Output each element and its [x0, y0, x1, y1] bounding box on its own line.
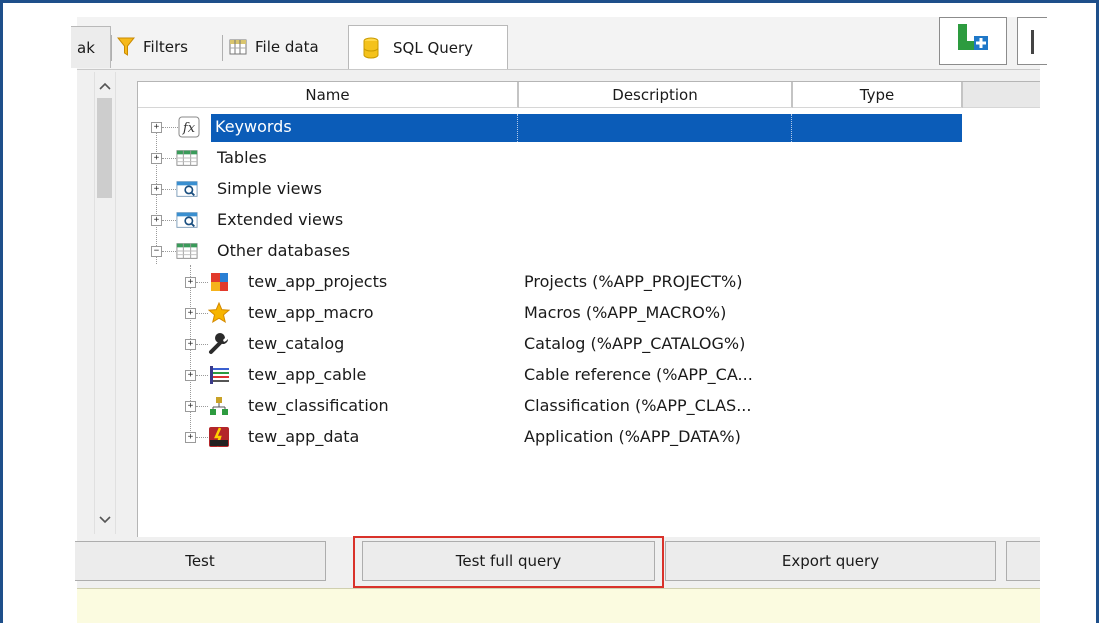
tree-row-label: Simple views: [217, 179, 322, 198]
add-table-icon: [956, 22, 990, 58]
add-table-button[interactable]: [939, 17, 1007, 65]
cable-icon: [208, 364, 230, 386]
tree-row-extended-views[interactable]: + Extended views: [138, 206, 1040, 234]
view-icon: [176, 209, 198, 231]
tab-clipped[interactable]: ak: [71, 26, 111, 68]
status-bar: [77, 588, 1040, 623]
expand-icon[interactable]: +: [151, 215, 162, 226]
expand-icon[interactable]: +: [185, 339, 196, 350]
expand-icon[interactable]: +: [151, 153, 162, 164]
tree-row-tables[interactable]: + Tables: [138, 144, 1040, 172]
database-description: Catalog (%APP_CATALOG%): [524, 334, 746, 353]
tab-file-data[interactable]: File data: [223, 26, 348, 68]
tab-label: File data: [255, 38, 319, 56]
column-header-description[interactable]: Description: [519, 82, 793, 108]
database-description: Application (%APP_DATA%): [524, 427, 741, 446]
svg-text:fx: fx: [182, 121, 196, 136]
expand-icon[interactable]: +: [185, 308, 196, 319]
function-icon: fx: [178, 116, 200, 138]
button-strip: Test Test full query Export query: [75, 536, 1040, 588]
tree-row-database[interactable]: + tew_app_macro Macros (%APP_MACRO%): [138, 299, 1040, 327]
tree-row-database[interactable]: + tew_app_data Application (%APP_DATA%): [138, 423, 1040, 451]
tree-row-label: Extended views: [217, 210, 344, 229]
table-icon: [176, 240, 198, 262]
database-name: tew_catalog: [248, 334, 345, 353]
tree-row-database[interactable]: + tew_classification Classification (%AP…: [138, 392, 1040, 420]
column-header-type[interactable]: Type: [793, 82, 963, 108]
database-name: tew_app_projects: [248, 272, 388, 291]
query-tree-panel: Name Description Type + fx Keywords + Ta…: [77, 70, 1040, 538]
tab-label: Filters: [143, 38, 188, 56]
database-icon: [363, 37, 379, 59]
highlight-annotation: [353, 536, 664, 588]
tab-label: SQL Query: [393, 38, 474, 57]
star-icon: [208, 302, 230, 324]
projects-icon: [208, 271, 230, 293]
header-filler: [963, 82, 1040, 108]
toolbar-button-clipped[interactable]: [1006, 541, 1040, 581]
tab-bar: ak Filters File data SQL Query: [71, 17, 1047, 70]
expand-icon[interactable]: +: [185, 277, 196, 288]
vertical-scrollbar[interactable]: [94, 72, 116, 534]
database-name: tew_classification: [248, 396, 389, 415]
button-label: Export query: [781, 552, 880, 570]
expand-icon[interactable]: +: [185, 432, 196, 443]
database-name: tew_app_data: [248, 427, 360, 446]
scroll-up-icon[interactable]: [95, 76, 115, 96]
tab-sql-query[interactable]: SQL Query: [348, 25, 508, 69]
column-header-name[interactable]: Name: [138, 82, 519, 108]
tree-row-other-databases[interactable]: − Other databases: [138, 237, 1040, 265]
file-data-icon: [229, 39, 247, 55]
collapse-icon[interactable]: −: [151, 246, 162, 257]
clipped-icon: [1031, 30, 1034, 54]
database-description: Cable reference (%APP_CA...: [524, 365, 753, 384]
tab-filters[interactable]: Filters: [111, 26, 223, 68]
wrench-icon: [208, 333, 230, 355]
test-button[interactable]: Test: [75, 541, 326, 581]
table-icon: [176, 147, 198, 169]
tab-separator: [111, 35, 112, 61]
hierarchy-icon: [208, 395, 230, 417]
tree-row-label: Keywords: [215, 117, 292, 136]
button-label: Test: [185, 552, 215, 570]
database-description: Projects (%APP_PROJECT%): [524, 272, 743, 291]
selection-highlight: [211, 114, 962, 142]
tree-row-label: Other databases: [217, 241, 351, 260]
app-data-icon: [208, 426, 230, 448]
expand-icon[interactable]: +: [185, 370, 196, 381]
tree-row-database[interactable]: + tew_app_cable Cable reference (%APP_CA…: [138, 361, 1040, 389]
expand-icon[interactable]: +: [151, 184, 162, 195]
tree-row-keywords[interactable]: + fx Keywords: [138, 113, 1040, 142]
funnel-icon: [117, 37, 135, 57]
tab-label: ak: [77, 38, 95, 57]
scroll-thumb[interactable]: [97, 98, 112, 198]
expand-icon[interactable]: +: [151, 122, 162, 133]
tree-row-database[interactable]: + tew_catalog Catalog (%APP_CATALOG%): [138, 330, 1040, 358]
database-description: Classification (%APP_CLAS...: [524, 396, 752, 415]
tree-header: Name Description Type: [138, 82, 1040, 109]
export-query-button[interactable]: Export query: [665, 541, 996, 581]
object-tree[interactable]: Name Description Type + fx Keywords + Ta…: [137, 81, 1040, 537]
tree-row-simple-views[interactable]: + Simple views: [138, 175, 1040, 203]
view-icon: [176, 178, 198, 200]
database-name: tew_app_cable: [248, 365, 367, 384]
tree-row-database[interactable]: + tew_app_projects Projects (%APP_PROJEC…: [138, 268, 1040, 296]
scroll-down-icon[interactable]: [95, 510, 115, 530]
expand-icon[interactable]: +: [185, 401, 196, 412]
tree-row-label: Tables: [217, 148, 267, 167]
tab-separator: [222, 35, 223, 61]
database-description: Macros (%APP_MACRO%): [524, 303, 727, 322]
toolbar-button-clipped[interactable]: [1017, 17, 1047, 65]
database-name: tew_app_macro: [248, 303, 374, 322]
